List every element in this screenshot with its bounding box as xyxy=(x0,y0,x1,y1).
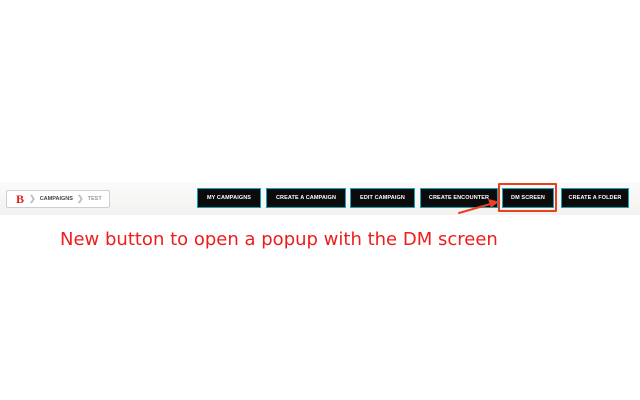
edit-campaign-button[interactable]: EDIT CAMPAIGN xyxy=(350,188,415,208)
screenshot-canvas: B ❯ CAMPAIGNS ❯ TEST MY CAMPAIGNS CREATE… xyxy=(0,0,640,400)
chevron-right-icon: ❯ xyxy=(29,194,36,203)
breadcrumb-item-campaigns[interactable]: CAMPAIGNS xyxy=(40,196,73,202)
create-campaign-button[interactable]: CREATE A CAMPAIGN xyxy=(266,188,346,208)
annotation-caption: New button to open a popup with the DM s… xyxy=(60,229,498,250)
breadcrumb: B ❯ CAMPAIGNS ❯ TEST xyxy=(6,190,110,208)
create-folder-button[interactable]: CREATE A FOLDER xyxy=(561,188,629,208)
breadcrumb-item-current: TEST xyxy=(87,196,102,202)
create-encounter-button[interactable]: CREATE ENCOUNTER xyxy=(420,188,498,208)
chevron-right-icon: ❯ xyxy=(76,194,84,203)
dndbeyond-logo-icon[interactable]: B xyxy=(15,193,25,205)
my-campaigns-button[interactable]: MY CAMPAIGNS xyxy=(197,188,261,208)
dm-screen-highlight-box xyxy=(498,183,557,212)
